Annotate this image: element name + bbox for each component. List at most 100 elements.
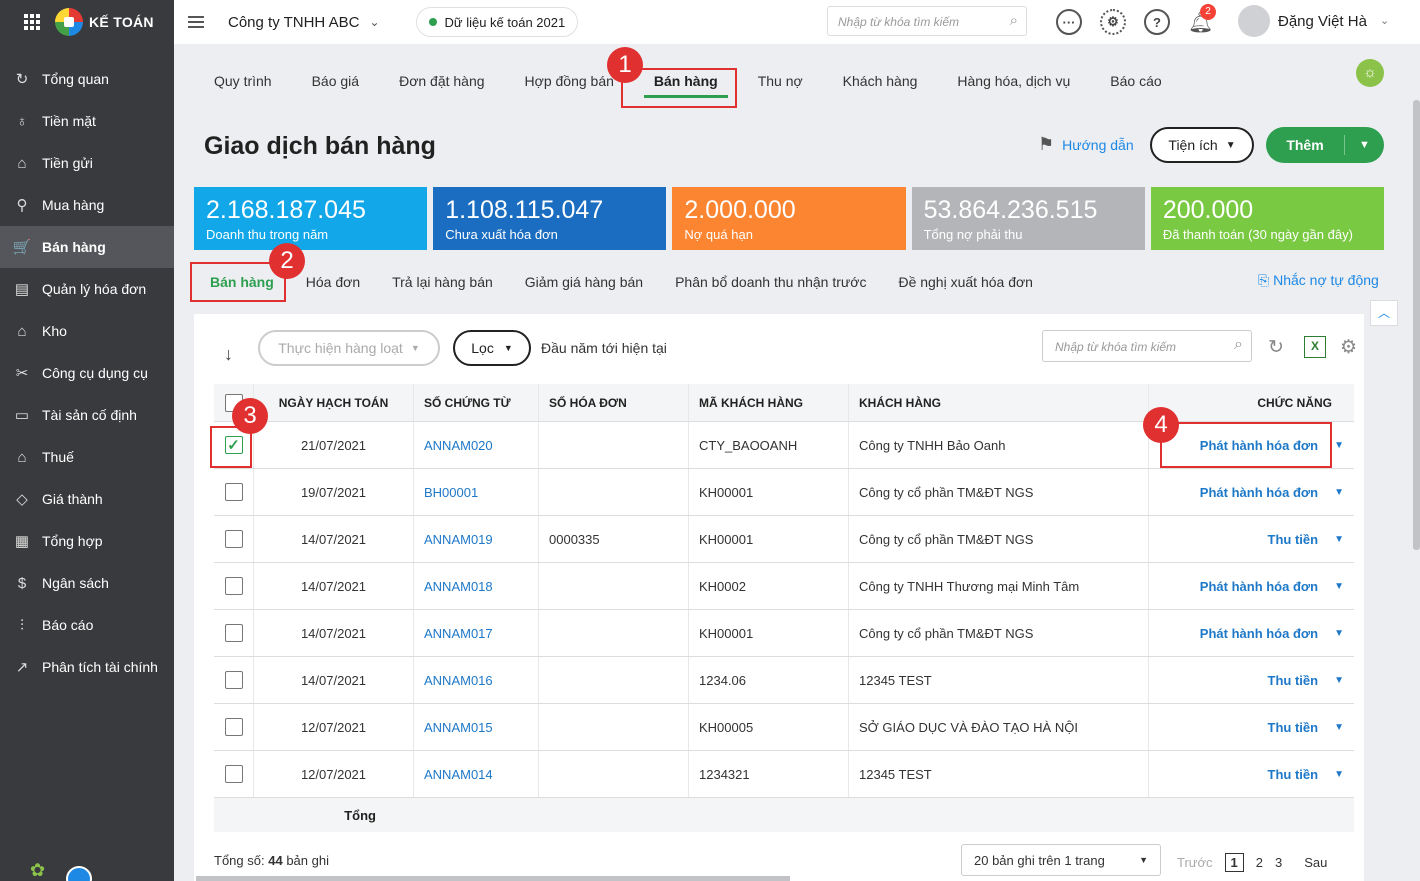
caret-down-icon[interactable]: ▼ <box>1334 628 1344 639</box>
gear-icon[interactable]: ⚙ <box>1100 9 1126 35</box>
excel-export-icon[interactable]: X <box>1304 336 1326 358</box>
table-row[interactable]: 19/07/2021 BH00001 KH00001 Công ty cổ phần … <box>214 469 1354 516</box>
sort-icon[interactable]: ↓ <box>224 344 233 365</box>
subtab-2[interactable]: Trả lại hàng bán <box>376 274 509 290</box>
sidebar-item-tai-san-co-dinh[interactable]: ▭ Tài sản cố định <box>0 394 174 436</box>
collapse-up-button[interactable]: ︿ <box>1370 300 1398 326</box>
doc-no-link[interactable]: ANNAM018 <box>424 579 493 594</box>
header-customer[interactable]: KHÁCH HÀNG <box>849 384 1149 421</box>
page-3-button[interactable]: 3 <box>1275 855 1282 870</box>
doc-no-link[interactable]: ANNAM014 <box>424 767 493 782</box>
row-action-button[interactable]: Phát hành hóa đơn ▼ <box>1200 485 1344 500</box>
tab-5[interactable]: Thu nợ <box>738 58 823 104</box>
summary-card[interactable]: 200.000 Đã thanh toán (30 ngày gần đây) <box>1150 187 1385 250</box>
row-action-button[interactable]: Thu tiền ▼ <box>1268 720 1344 735</box>
page-2-button[interactable]: 2 <box>1256 855 1263 870</box>
sidebar-item-bao-cao[interactable]: ⫶ Báo cáo <box>0 604 174 646</box>
tab-0[interactable]: Quy trình <box>194 58 292 104</box>
search-icon[interactable]: ⌕ <box>1234 336 1243 354</box>
doc-no-link[interactable]: ANNAM020 <box>424 438 493 453</box>
company-selector[interactable]: Công ty TNHH ABC ⌄ <box>228 14 380 31</box>
menu-icon[interactable] <box>188 16 204 28</box>
avatar[interactable] <box>1238 5 1270 37</box>
more-icon[interactable]: ··· <box>1056 9 1082 35</box>
caret-down-icon[interactable]: ▼ <box>1334 769 1344 780</box>
search-icon[interactable]: ⌕ <box>1010 12 1018 29</box>
header-date[interactable]: NGÀY HẠCH TOÁN <box>254 384 414 421</box>
row-checkbox[interactable] <box>224 530 243 548</box>
tab-6[interactable]: Khách hàng <box>823 58 938 104</box>
sidebar-item-cong-cu-dung-cu[interactable]: ✂ Công cụ dụng cụ <box>0 352 174 394</box>
app-grid-icon[interactable] <box>24 14 40 30</box>
row-action-button[interactable]: Thu tiền ▼ <box>1268 673 1344 688</box>
page-1-button[interactable]: 1 <box>1224 853 1244 872</box>
sidebar-item-tong-hop[interactable]: ▦ Tổng hợp <box>0 520 174 562</box>
doc-no-link[interactable]: ANNAM019 <box>424 532 493 547</box>
tab-1[interactable]: Báo giá <box>292 58 379 104</box>
row-checkbox[interactable] <box>224 624 243 642</box>
row-checkbox[interactable] <box>224 577 243 595</box>
table-row[interactable]: 14/07/2021 ANNAM019 0000335 KH00001 Công ty … <box>214 516 1354 563</box>
gear-icon[interactable]: ⚙ <box>1340 336 1357 359</box>
caret-down-icon[interactable]: ▼ <box>1334 722 1344 733</box>
filter-button[interactable]: Lọc ▼ <box>453 330 531 366</box>
row-checkbox[interactable] <box>224 483 243 501</box>
summary-card[interactable]: 53.864.236.515 Tổng nợ phải thu <box>911 187 1145 250</box>
page-size-select[interactable]: 20 bản ghi trên 1 trang ▼ <box>961 844 1161 876</box>
next-page-button[interactable]: Sau <box>1304 855 1327 870</box>
caret-down-icon[interactable]: ▼ <box>1334 487 1344 498</box>
sidebar-item-tien-gui[interactable]: ⌂ Tiền gửi <box>0 142 174 184</box>
table-row[interactable]: 14/07/2021 ANNAM017 KH00001 Công ty cổ phần… <box>214 610 1354 657</box>
caret-down-icon[interactable]: ▼ <box>1334 675 1344 686</box>
horizontal-scrollbar[interactable] <box>196 876 790 881</box>
summary-card[interactable]: 2.000.000 Nợ quá hạn <box>672 187 906 250</box>
refresh-icon[interactable]: ↻ <box>1268 336 1284 359</box>
row-action-button[interactable]: Phát hành hóa đơn ▼ <box>1200 626 1344 641</box>
sidebar-item-quan-ly-hoa-don[interactable]: ▤ Quản lý hóa đơn <box>0 268 174 310</box>
table-row[interactable]: 14/07/2021 ANNAM018 KH0002 Công ty TNHH Thư… <box>214 563 1354 610</box>
auto-remind-link[interactable]: ⎘ Nhắc nợ tự động <box>1258 272 1379 289</box>
add-button[interactable]: Thêm ▼ <box>1266 127 1384 163</box>
caret-down-icon[interactable]: ▼ <box>1345 139 1384 151</box>
subtab-1[interactable]: Hóa đơn <box>290 274 376 290</box>
utilities-button[interactable]: Tiện ích ▼ <box>1150 127 1254 163</box>
sidebar-item-gia-thanh[interactable]: ◇ Giá thành <box>0 478 174 520</box>
subtab-5[interactable]: Đề nghị xuất hóa đơn <box>882 274 1049 290</box>
table-row[interactable]: 14/07/2021 ANNAM016 1234.06 12345 TEST Thu t… <box>214 657 1354 704</box>
doc-no-link[interactable]: ANNAM016 <box>424 673 493 688</box>
row-action-button[interactable]: Thu tiền ▼ <box>1268 767 1344 782</box>
gift-icon[interactable]: ✿ <box>30 860 45 881</box>
sidebar-item-tien-mat[interactable]: ♁ Tiền mặt <box>0 100 174 142</box>
row-checkbox[interactable] <box>224 671 243 689</box>
doc-no-link[interactable]: BH00001 <box>424 485 478 500</box>
prev-page-button[interactable]: Trước <box>1177 855 1213 870</box>
dataset-chip[interactable]: Dữ liệu kế toán 2021 <box>415 7 579 37</box>
sidebar-item-thue[interactable]: ⌂ Thuế <box>0 436 174 478</box>
top-search-input[interactable]: Nhập từ khóa tìm kiếm ⌕ <box>827 6 1027 36</box>
row-checkbox[interactable] <box>224 765 243 783</box>
vertical-scrollbar[interactable] <box>1413 100 1420 550</box>
sidebar-item-mua-hang[interactable]: ⚲ Mua hàng <box>0 184 174 226</box>
sidebar-item-ban-hang[interactable]: 🛒 Bán hàng <box>0 226 174 268</box>
support-icon[interactable] <box>66 866 92 881</box>
user-name[interactable]: Đặng Việt Hà <box>1278 13 1367 30</box>
caret-down-icon[interactable]: ▼ <box>1334 534 1344 545</box>
subtab-4[interactable]: Phân bổ doanh thu nhận trước <box>659 274 882 290</box>
row-checkbox[interactable] <box>224 718 243 736</box>
subtab-3[interactable]: Giảm giá hàng bán <box>509 274 659 290</box>
help-icon[interactable]: ? <box>1144 9 1170 35</box>
sidebar-item-phan-tich-tai-chinh[interactable]: ↗ Phân tích tài chính <box>0 646 174 688</box>
chevron-down-icon[interactable]: ⌄ <box>1380 14 1389 27</box>
bulk-action-button[interactable]: Thực hiện hàng loạt ▼ <box>258 330 440 366</box>
tab-7[interactable]: Hàng hóa, dịch vụ <box>937 58 1090 104</box>
guide-link[interactable]: ⚑ Hướng dẫn <box>1038 134 1134 155</box>
sidebar-item-ngan-sach[interactable]: $ Ngân sách <box>0 562 174 604</box>
tab-8[interactable]: Báo cáo <box>1090 58 1181 104</box>
table-row[interactable]: 12/07/2021 ANNAM014 1234321 12345 TEST Thu t… <box>214 751 1354 798</box>
caret-down-icon[interactable]: ▼ <box>1334 440 1344 451</box>
sidebar-item-kho[interactable]: ⌂ Kho <box>0 310 174 352</box>
summary-card[interactable]: 1.108.115.047 Chưa xuất hóa đơn <box>433 187 667 250</box>
doc-no-link[interactable]: ANNAM015 <box>424 720 493 735</box>
sidebar-item-tong-quan[interactable]: ↻ Tổng quan <box>0 58 174 100</box>
summary-card[interactable]: 2.168.187.045 Doanh thu trong năm <box>194 187 428 250</box>
